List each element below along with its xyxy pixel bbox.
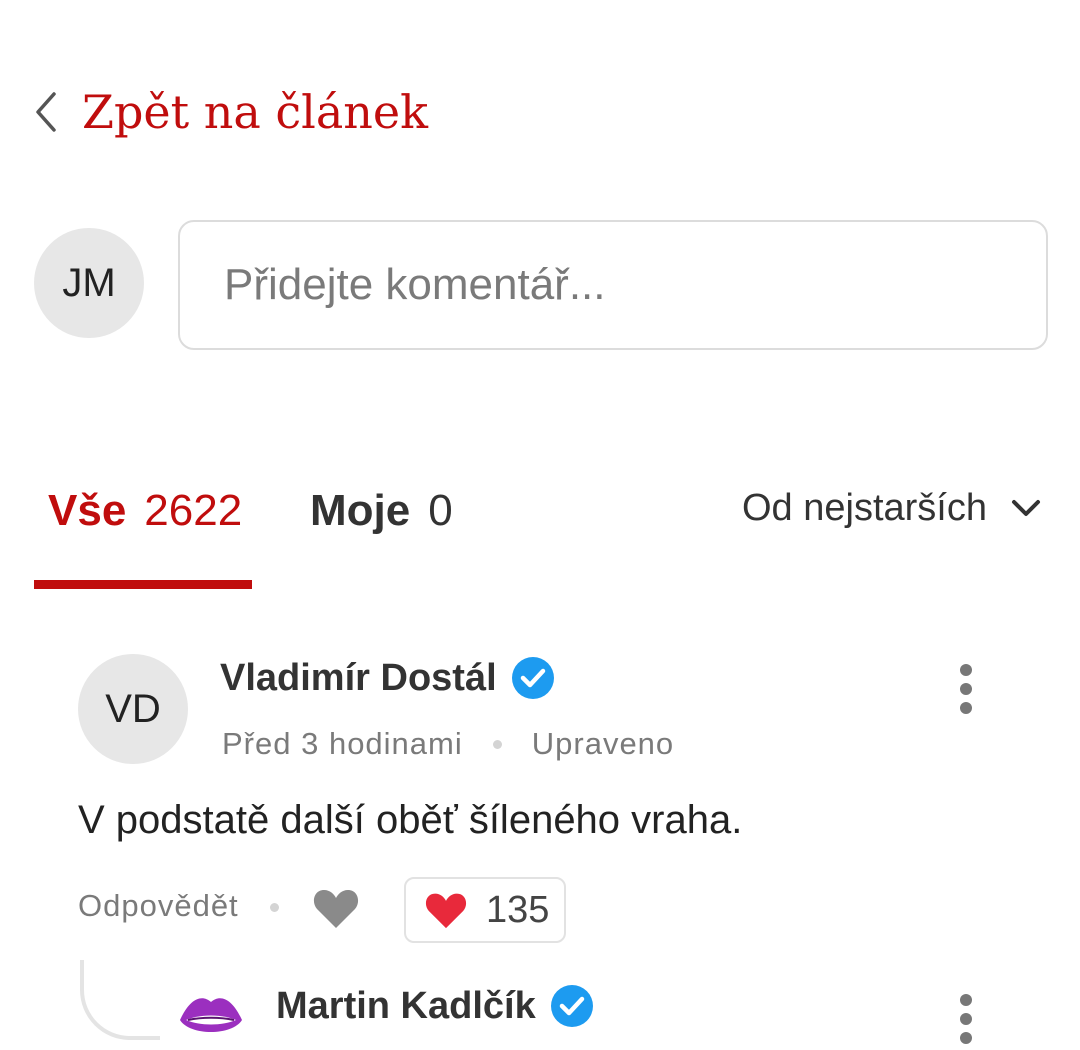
heart-outline-icon[interactable] xyxy=(312,886,360,930)
tab-all-count: 2622 xyxy=(144,486,243,535)
heart-icon xyxy=(425,893,467,929)
tab-all-label: Vše xyxy=(48,486,127,535)
more-options-icon[interactable] xyxy=(946,662,986,716)
lips-icon xyxy=(180,998,242,1032)
separator-dot xyxy=(492,739,502,749)
current-user-avatar: JM xyxy=(34,228,144,338)
sort-dropdown[interactable]: Od nejstarších xyxy=(742,486,1043,530)
article-title-fragment xyxy=(0,0,1080,10)
tab-mine-count: 0 xyxy=(428,486,453,535)
back-link-label: Zpět na článek xyxy=(82,85,429,139)
chevron-down-icon xyxy=(1012,500,1040,516)
reply-thread-line xyxy=(80,960,160,1040)
sort-label: Od nejstarších xyxy=(742,486,987,529)
comment-author-name: Vladimír Dostál xyxy=(220,656,497,699)
verified-badge-icon xyxy=(550,985,593,1027)
edited-label: Upraveno xyxy=(531,726,675,761)
reaction-counter[interactable]: 135 xyxy=(404,877,566,943)
comment-author-avatar: VD xyxy=(78,654,188,764)
comment-input[interactable] xyxy=(178,220,1048,350)
comment-meta: Před 3 hodinami Upraveno xyxy=(222,726,674,762)
reaction-count: 135 xyxy=(486,888,550,931)
more-options-icon[interactable] xyxy=(946,992,986,1046)
reply-author[interactable]: Martin Kadlčík xyxy=(276,984,594,1028)
separator-dot xyxy=(270,903,279,912)
comment-author[interactable]: Vladimír Dostál xyxy=(220,656,555,700)
verified-badge-icon xyxy=(511,657,554,699)
chevron-left-icon xyxy=(36,92,56,132)
tab-mine-label: Moje xyxy=(310,486,411,535)
tab-all[interactable]: Vše 2622 xyxy=(48,486,242,546)
comment-timestamp: Před 3 hodinami xyxy=(222,726,463,761)
comment-text: V podstatě další oběť šíleného vraha. xyxy=(78,798,743,842)
reply-button[interactable]: Odpovědět xyxy=(78,888,239,924)
reply-author-name: Martin Kadlčík xyxy=(276,984,536,1027)
back-to-article-link[interactable]: Zpět na článek xyxy=(30,80,428,144)
tab-mine[interactable]: Moje 0 xyxy=(310,486,453,546)
active-tab-indicator xyxy=(34,580,252,589)
